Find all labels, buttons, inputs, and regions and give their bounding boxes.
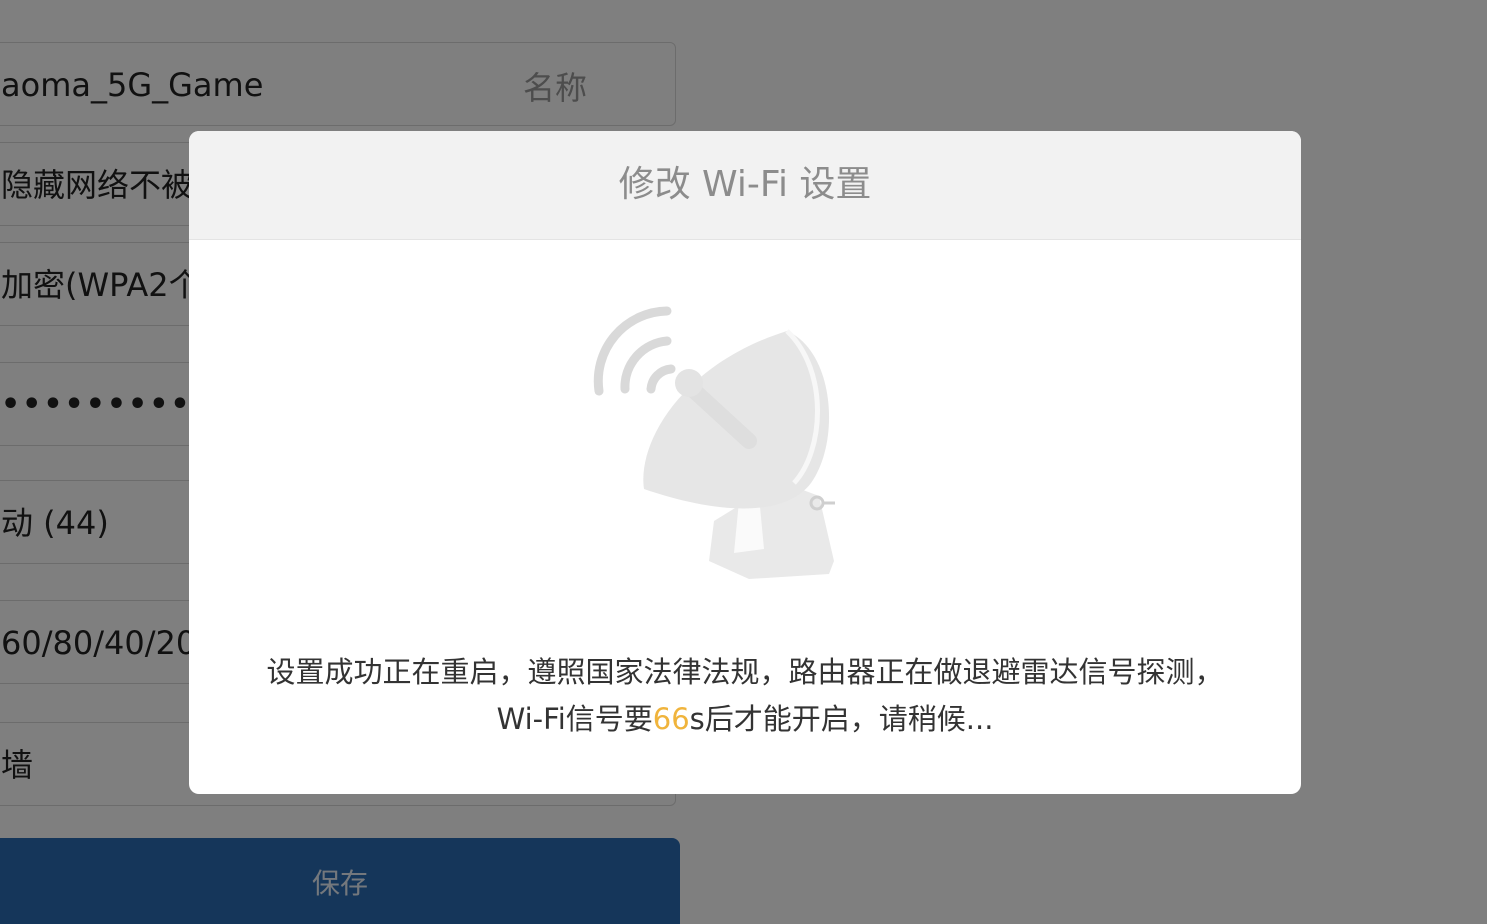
message-text-suffix: s后才能开启，请稍候... bbox=[689, 702, 994, 736]
wifi-restart-dialog: 修改 Wi-Fi 设置 设置成功正在重启，遵照国家法律法规，路由器正在做退避雷达… bbox=[189, 131, 1301, 794]
dialog-title: 修改 Wi-Fi 设置 bbox=[189, 131, 1301, 240]
countdown-seconds: 66 bbox=[652, 702, 690, 736]
radar-dish-icon bbox=[593, 306, 835, 579]
restart-message: 设置成功正在重启，遵照国家法律法规，路由器正在做退避雷达信号探测，Wi-Fi信号… bbox=[249, 649, 1241, 743]
page: aoma_5G_Game 名称 隐藏网络不被发 加密(WPA2个 •••••••… bbox=[0, 0, 1487, 924]
